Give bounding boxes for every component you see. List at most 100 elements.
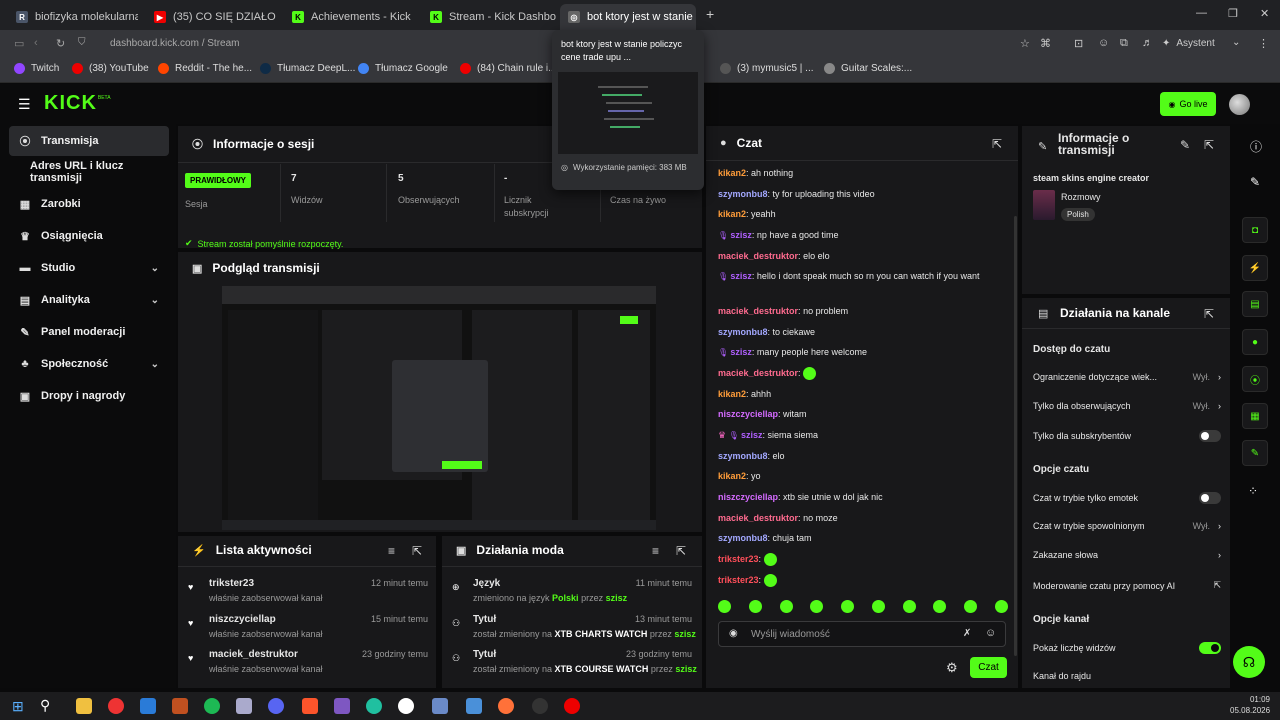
rail-moderation-button[interactable]: ▦: [1242, 403, 1268, 429]
chat-username[interactable]: kikan2: [718, 209, 746, 219]
mod-action-user[interactable]: szisz: [674, 629, 696, 639]
stream-preview-video[interactable]: [222, 286, 656, 530]
chat-username[interactable]: maciek_destruktor: [718, 368, 798, 378]
mod-action-user[interactable]: szisz: [606, 593, 628, 603]
emote-icon[interactable]: [748, 600, 762, 613]
rail-wrench-button[interactable]: ✎: [1242, 440, 1268, 466]
opera-icon[interactable]: [108, 698, 124, 714]
brave-icon[interactable]: [302, 698, 318, 714]
age-restriction-setting[interactable]: Ograniczenie dotyczące wiek... Wył. ›: [1033, 372, 1221, 382]
chat-username[interactable]: trikster23: [718, 575, 759, 585]
chat-username[interactable]: maciek_destruktor: [718, 513, 798, 523]
emote-icon[interactable]: [810, 600, 824, 613]
app-icon[interactable]: [532, 698, 548, 714]
info-icon[interactable]: ⓘ: [1250, 138, 1262, 155]
sidebar-item-transmisja[interactable]: ⦿ Transmisja: [9, 126, 169, 156]
sidebar-item-zarobki[interactable]: ▦ Zarobki: [9, 189, 169, 219]
ai-moderation-setting[interactable]: Moderowanie czatu przy pomocy AI ⇱: [1033, 580, 1221, 591]
sidebar-item-analityka[interactable]: ▤ Analityka ⌄: [9, 285, 169, 315]
shield-icon[interactable]: ⛉: [78, 37, 86, 48]
browser-tab[interactable]: Rbiofizyka molekularna i ko: [8, 4, 138, 30]
subs-only-toggle[interactable]: [1199, 430, 1221, 442]
emote-icon[interactable]: [871, 600, 885, 613]
app-icon[interactable]: [172, 698, 188, 714]
emote-icon[interactable]: [841, 600, 855, 613]
chat-username[interactable]: kikan2: [718, 471, 746, 481]
popout-icon[interactable]: ⇱: [1204, 138, 1214, 152]
chat-username[interactable]: szymonbu8: [718, 533, 768, 543]
filter-icon[interactable]: ≡: [652, 544, 659, 558]
emotes-only-toggle[interactable]: [1199, 492, 1221, 504]
chat-scrollbar[interactable]: [1014, 216, 1017, 656]
new-tab-button[interactable]: +: [706, 6, 714, 22]
chevron-down-icon[interactable]: ⌄: [1232, 37, 1240, 48]
chat-username[interactable]: szymonbu8: [718, 189, 768, 199]
chat-username[interactable]: szisz: [741, 430, 763, 440]
chat-username[interactable]: szymonbu8: [718, 451, 768, 461]
reload-icon[interactable]: ↻: [56, 37, 65, 50]
browser-tab[interactable]: ▶ (35) CO SIĘ DZIAŁO U MI: [146, 4, 276, 30]
rail-camera-button[interactable]: ◘: [1242, 217, 1268, 243]
add-widget-icon[interactable]: ⁘: [1248, 484, 1258, 498]
slow-mode-setting[interactable]: Czat w trybie spowolnionym Wył. ›: [1033, 521, 1221, 531]
avatar[interactable]: [1229, 94, 1250, 115]
emote-icon[interactable]: [964, 600, 978, 613]
chat-username[interactable]: szisz: [730, 230, 752, 240]
popout-icon[interactable]: ⇱: [992, 137, 1002, 151]
wallet-icon[interactable]: ⊡: [1074, 37, 1083, 50]
extension-icon[interactable]: ⌘: [1040, 37, 1051, 50]
menu-icon[interactable]: ⋮: [1258, 37, 1269, 50]
bookmark-item[interactable]: (84) Chain rule i...: [460, 63, 556, 74]
emote-icon[interactable]: [994, 600, 1008, 613]
search-icon[interactable]: ⚲: [40, 697, 50, 714]
vscode-icon[interactable]: [140, 698, 156, 714]
sidebar-item-osiagniecia[interactable]: ♛ Osiągnięcia: [9, 221, 169, 251]
chat-username[interactable]: niszczyciellap: [718, 492, 778, 502]
screenshot-icon[interactable]: ⧉: [1120, 37, 1128, 50]
browser-tab[interactable]: ◎ bot ktory jest w stanie✕: [560, 4, 696, 30]
camera-app-icon[interactable]: [466, 698, 482, 714]
bookmark-item[interactable]: (38) YouTube: [72, 63, 149, 74]
sidebar-item-spolecznosc[interactable]: ♣ Społeczność ⌄: [9, 349, 169, 379]
back-icon[interactable]: ‹: [34, 37, 38, 49]
windows-start-icon[interactable]: ⊞: [12, 698, 24, 715]
chat-username[interactable]: maciek_destruktor: [718, 306, 798, 316]
app-icon[interactable]: [236, 698, 252, 714]
rail-broadcast-button[interactable]: ⦿: [1242, 366, 1268, 392]
go-live-button[interactable]: ◉ Go live: [1160, 92, 1216, 116]
bookmark-item[interactable]: Guitar Scales:...: [824, 63, 912, 74]
chat-username[interactable]: kikan2: [718, 389, 746, 399]
show-viewers-toggle[interactable]: [1199, 642, 1221, 654]
popout-icon[interactable]: ⇱: [676, 544, 686, 558]
raid-channel-setting[interactable]: Kanał do rajdu: [1033, 671, 1221, 681]
browser-tab-active[interactable]: K Stream - Kick Dashboard: [422, 4, 556, 30]
bookmark-item[interactable]: (3) mymusic5 | ...: [720, 63, 814, 74]
sidebar-item-stream-key[interactable]: Adres URL i klucz transmisji: [9, 157, 176, 187]
popout-icon[interactable]: ⇱: [1204, 307, 1214, 321]
rail-document-button[interactable]: ▤: [1242, 291, 1268, 317]
rail-chat-button[interactable]: ●: [1242, 329, 1268, 355]
music-icon[interactable]: ♬: [1142, 37, 1153, 49]
edit-pencil-icon[interactable]: ✎: [1180, 138, 1190, 152]
app-icon[interactable]: [366, 698, 382, 714]
firefox-icon[interactable]: [498, 698, 514, 714]
bookmark-item[interactable]: Reddit - The he...: [158, 63, 252, 74]
emote-icon[interactable]: [933, 600, 947, 613]
sidebar-toggle-icon[interactable]: ▭: [14, 37, 24, 50]
minimize-icon[interactable]: —: [1196, 7, 1207, 19]
opera-gx-icon[interactable]: [564, 698, 580, 714]
maximize-icon[interactable]: ❐: [1228, 7, 1238, 20]
emote-icon[interactable]: [902, 600, 916, 613]
spotify-icon[interactable]: [204, 698, 220, 714]
chat-username[interactable]: szisz: [730, 347, 752, 357]
emote-icon[interactable]: [779, 600, 793, 613]
assistant-button[interactable]: ✦ Asystent: [1162, 38, 1215, 49]
mod-action-user[interactable]: szisz: [675, 664, 697, 674]
bookmark-item[interactable]: Tłumacz DeepL...: [260, 63, 355, 74]
kick-logo[interactable]: KICK BETA: [44, 92, 111, 115]
emoji-icon[interactable]: ☺: [985, 627, 996, 639]
clock[interactable]: 01:09 05.08.2026: [1230, 694, 1270, 716]
discord-icon[interactable]: [268, 698, 284, 714]
send-chat-button[interactable]: Czat: [970, 657, 1007, 678]
browser-tab[interactable]: K Achievements - Kick Dash: [284, 4, 414, 30]
